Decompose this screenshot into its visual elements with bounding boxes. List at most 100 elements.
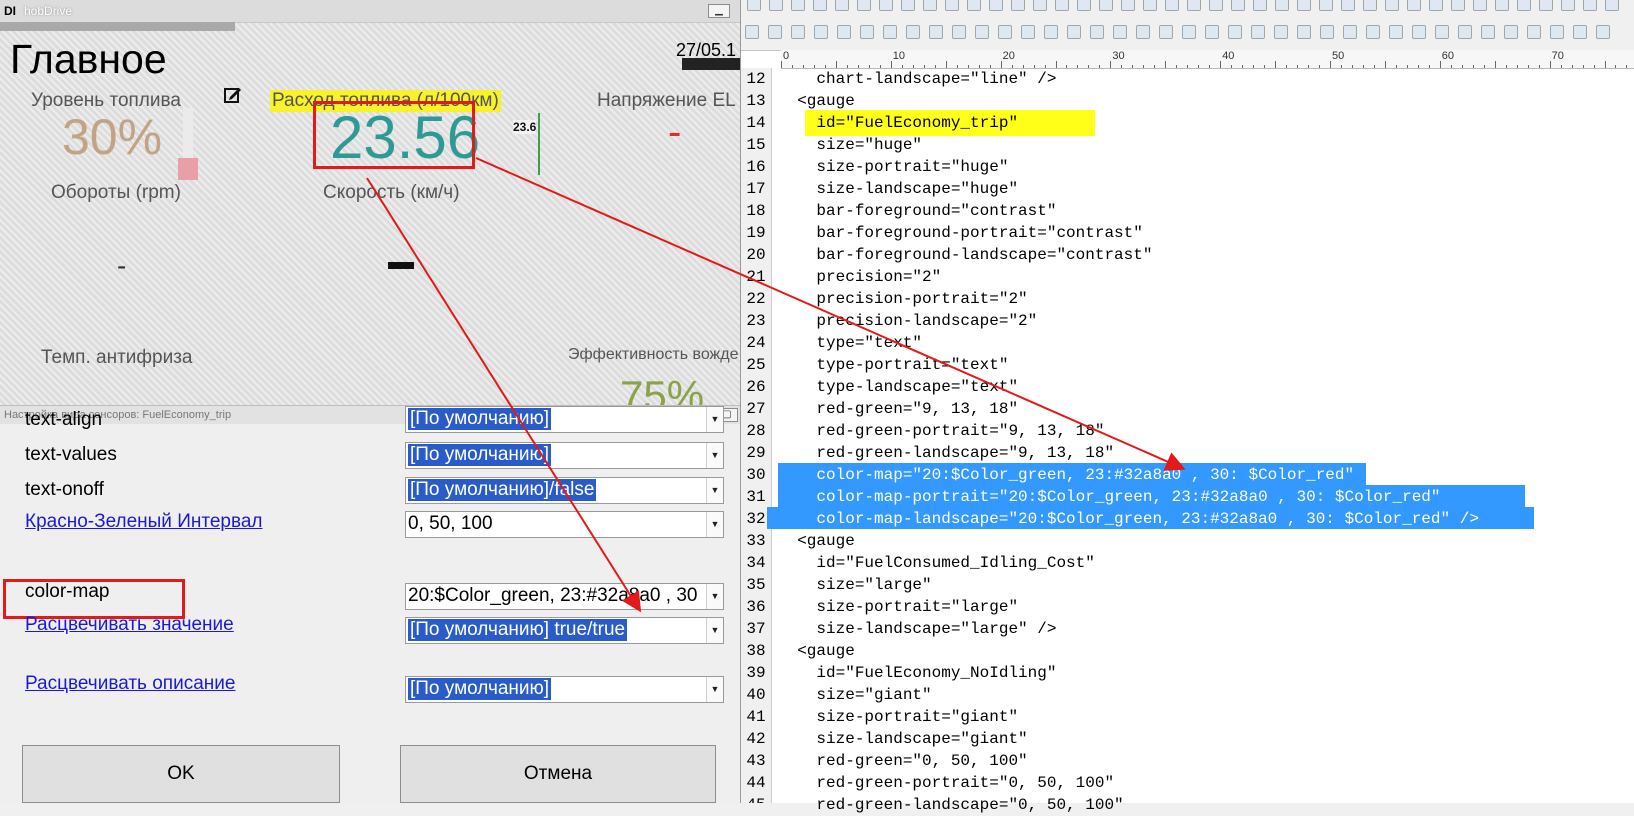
toolbar-icon[interactable]	[1458, 25, 1472, 39]
toolbar-icon[interactable]	[1389, 25, 1403, 39]
combo-text-onoff[interactable]: [По умолчанию]/false ▼	[405, 477, 724, 504]
toolbar-icon[interactable]	[1495, 0, 1509, 11]
toolbar-icon[interactable]	[923, 0, 937, 11]
toolbar-icon[interactable]	[1412, 25, 1426, 39]
toolbar-icon[interactable]	[945, 0, 959, 11]
toolbar-icon[interactable]	[998, 25, 1012, 39]
toolbar-icon[interactable]	[1274, 25, 1288, 39]
toolbar-icon[interactable]	[1385, 0, 1399, 11]
toolbar-icon[interactable]	[837, 25, 851, 39]
toolbar-icon[interactable]	[813, 0, 827, 11]
toolbar-icon[interactable]	[814, 25, 828, 39]
toolbar-icon[interactable]	[1517, 0, 1531, 11]
toolbar-icon[interactable]	[747, 0, 761, 11]
toolbar-icon[interactable]	[1143, 0, 1157, 11]
toolbar-icon[interactable]	[1583, 0, 1597, 11]
toolbar-icon[interactable]	[1121, 0, 1135, 11]
toolbar-icon[interactable]	[1435, 25, 1449, 39]
toolbar-icon[interactable]	[1527, 25, 1541, 39]
toolbar-icon[interactable]	[1055, 0, 1069, 11]
toolbar-icon[interactable]	[791, 0, 805, 11]
speed-value[interactable]	[388, 262, 414, 269]
toolbar-icon[interactable]	[1231, 0, 1245, 11]
toolbar-icon[interactable]	[860, 25, 874, 39]
toolbar-icon[interactable]	[1319, 0, 1333, 11]
edit-icon[interactable]	[224, 86, 242, 104]
toolbar-icon[interactable]	[1561, 0, 1575, 11]
toolbar-icon[interactable]	[769, 0, 783, 11]
toolbar-icon[interactable]	[1451, 0, 1465, 11]
toolbar-icon[interactable]	[1605, 0, 1619, 11]
toolbar-icon[interactable]	[1473, 0, 1487, 11]
toolbar-icon[interactable]	[1429, 0, 1443, 11]
toolbar-icon[interactable]	[1407, 0, 1421, 11]
toolbar-icon[interactable]	[1205, 25, 1219, 39]
toolbar-icon[interactable]	[1253, 0, 1267, 11]
toolbar-icon[interactable]	[883, 25, 897, 39]
combo-color-map[interactable]: 20:$Color_green, 23:#32a8a0 , 30 ▼	[405, 583, 724, 610]
chevron-down-icon[interactable]: ▼	[706, 478, 723, 503]
toolbar-icon[interactable]	[1021, 25, 1035, 39]
toolbar-icon[interactable]	[1228, 25, 1242, 39]
combo-text-align[interactable]: [По умолчанию] ▼	[405, 406, 724, 433]
toolbar-icon[interactable]	[1481, 25, 1495, 39]
toolbar-icon[interactable]	[929, 25, 943, 39]
toolbar-icon[interactable]	[1539, 0, 1553, 11]
combo-colorize-value[interactable]: [По умолчанию] true/true ▼	[405, 617, 724, 644]
toolbar-icon[interactable]	[1504, 25, 1518, 39]
toolbar-icon[interactable]	[1011, 0, 1025, 11]
toolbar-icon[interactable]	[989, 0, 1003, 11]
toolbar-icon[interactable]	[835, 0, 849, 11]
toolbar-icon[interactable]	[1297, 25, 1311, 39]
toolbar-icon[interactable]	[1113, 25, 1127, 39]
toolbar-icon[interactable]	[1320, 25, 1334, 39]
toolbar-icon[interactable]	[1366, 25, 1380, 39]
efficiency-value[interactable]: 75%	[620, 372, 704, 405]
voltage-value[interactable]: -	[668, 110, 681, 155]
toolbar-icon[interactable]	[901, 0, 915, 11]
cancel-button[interactable]: Отмена	[400, 745, 716, 803]
toolbar-icon[interactable]	[1090, 25, 1104, 39]
toolbar-icon[interactable]	[1297, 0, 1311, 11]
combo-text-values[interactable]: [По умолчанию] ▼	[405, 442, 724, 469]
toolbar-icon[interactable]	[879, 0, 893, 11]
prop-link-colorize-description[interactable]: Расцвечивать описание	[25, 673, 235, 695]
toolbar-icon[interactable]	[1182, 25, 1196, 39]
toolbar-icon[interactable]	[975, 25, 989, 39]
toolbar-icon[interactable]	[952, 25, 966, 39]
toolbar-icon[interactable]	[857, 0, 871, 11]
toolbar-icon[interactable]	[967, 0, 981, 11]
toolbar-icon[interactable]	[1550, 25, 1564, 39]
chevron-down-icon[interactable]: ▼	[706, 618, 723, 643]
toolbar-icon[interactable]	[1067, 25, 1081, 39]
toolbar-icon[interactable]	[1275, 0, 1289, 11]
toolbar-icon[interactable]	[1099, 0, 1113, 11]
toolbar-icon[interactable]	[1187, 0, 1201, 11]
minimize-button[interactable]: ▁	[708, 4, 730, 18]
toolbar-icon[interactable]	[1251, 25, 1265, 39]
chevron-down-icon[interactable]: ▼	[706, 677, 723, 702]
toolbar-icon[interactable]	[1343, 25, 1357, 39]
chevron-down-icon[interactable]: ▼	[706, 407, 723, 432]
toolbar-icon[interactable]	[1165, 0, 1179, 11]
toolbar-icon[interactable]	[1209, 0, 1223, 11]
toolbar-icon[interactable]	[1044, 25, 1058, 39]
ok-button[interactable]: OK	[22, 745, 340, 803]
toolbar-icon[interactable]	[1077, 0, 1091, 11]
toolbar-icon[interactable]	[1136, 25, 1150, 39]
toolbar-icon[interactable]	[1573, 25, 1587, 39]
combo-red-green-interval[interactable]: 0, 50, 100 ▼	[405, 511, 724, 538]
toolbar-icon[interactable]	[1033, 0, 1047, 11]
combo-colorize-description[interactable]: [По умолчанию] ▼	[405, 676, 724, 703]
toolbar-icon[interactable]	[745, 25, 759, 39]
toolbar-icon[interactable]	[1363, 0, 1377, 11]
prop-link-red-green-interval[interactable]: Красно-Зеленый Интервал	[25, 511, 263, 533]
toolbar-icon[interactable]	[1596, 25, 1610, 39]
toolbar-icon[interactable]	[791, 25, 805, 39]
toolbar-icon[interactable]	[906, 25, 920, 39]
prop-link-colorize-value[interactable]: Расцвечивать значение	[25, 614, 234, 636]
rpm-value[interactable]: -	[117, 250, 126, 282]
chevron-down-icon[interactable]: ▼	[706, 443, 723, 468]
toolbar-icon[interactable]	[768, 25, 782, 39]
fuel-level-value[interactable]: 30%	[62, 108, 162, 166]
